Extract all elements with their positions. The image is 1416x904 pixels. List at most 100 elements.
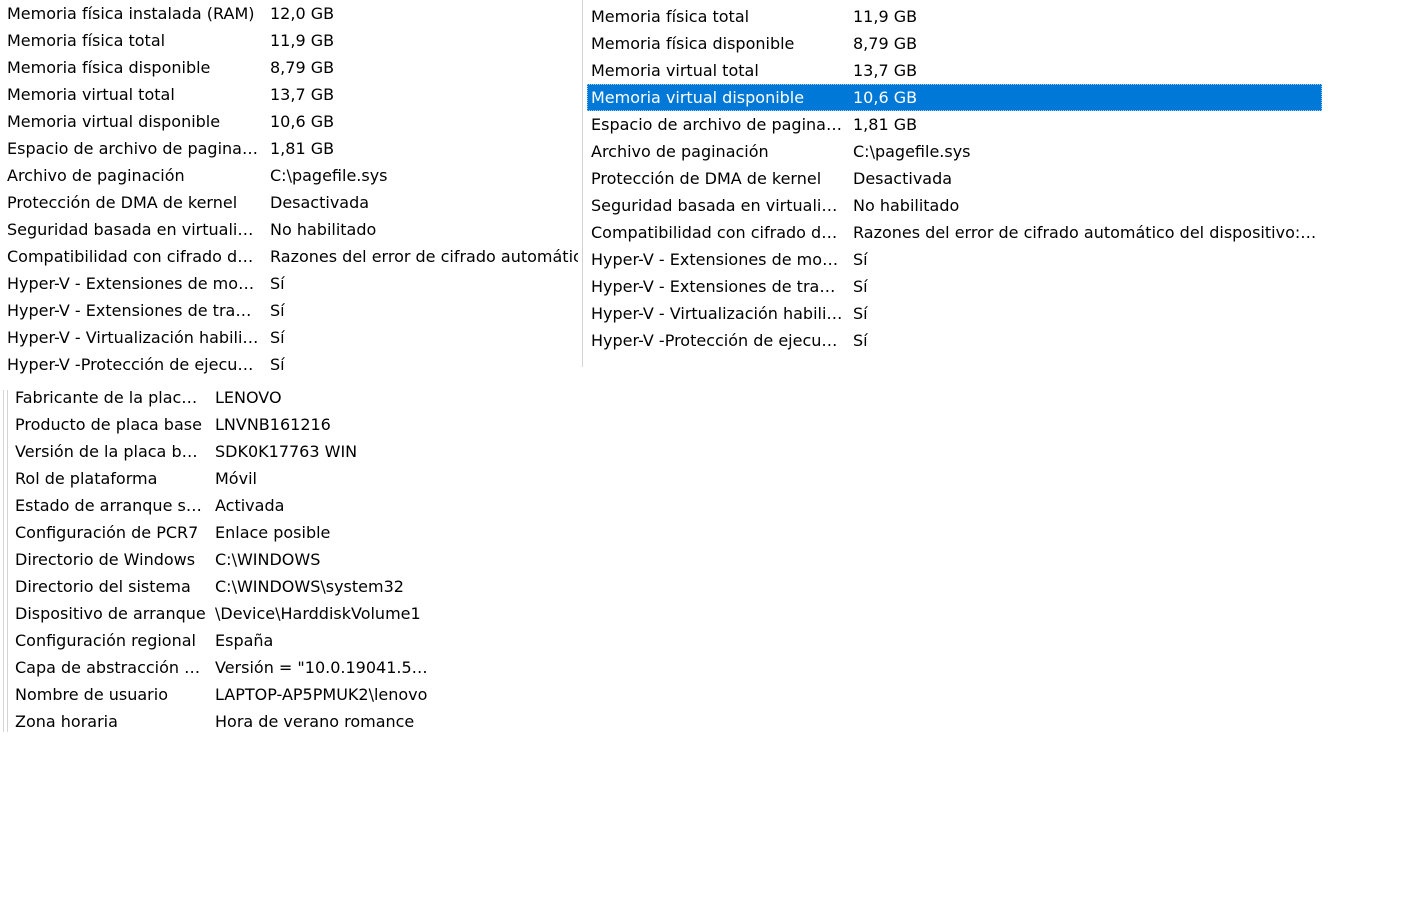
item-label: Hyper-V - Extensiones de traducción de d… [591, 277, 845, 296]
item-value: 13,7 GB [853, 61, 918, 80]
item-label: Configuración de PCR7 [15, 523, 199, 542]
item-value: Desactivada [853, 169, 953, 188]
list-item[interactable]: Seguridad basada en virtualización No hab… [587, 192, 1322, 219]
item-label: Configuración regional [15, 631, 196, 650]
list-item[interactable]: Dispositivo de arranque \Device\HarddiskV… [0, 600, 440, 627]
item-value: Sí [853, 250, 868, 269]
list-item[interactable]: Compatibilidad con cifrado de dispositiv… [0, 243, 580, 270]
item-value: C:\WINDOWS [215, 550, 321, 569]
list-item[interactable]: Directorio del sistema C:\WINDOWS\system3… [0, 573, 440, 600]
list-item[interactable]: Memoria física total 11,9 GB [587, 3, 1322, 30]
list-item[interactable]: Configuración de PCR7 Enlace posible [0, 519, 440, 546]
list-item[interactable]: Zona horaria Hora de verano romance [0, 708, 440, 735]
list-item[interactable]: Memoria virtual total 13,7 GB [0, 81, 580, 108]
item-value: Razones del error de cifrado automático … [270, 247, 578, 266]
item-label: Rol de plataforma [15, 469, 158, 488]
list-item[interactable]: Hyper-V - Extensiones de modo de monitor… [587, 246, 1322, 273]
list-item[interactable]: Directorio de Windows C:\WINDOWS [0, 546, 440, 573]
item-label: Protección de DMA de kernel [591, 169, 822, 188]
list-item[interactable]: Fabricante de la placa base LENOVO [0, 384, 440, 411]
list-item[interactable]: Hyper-V -Protección de ejecución de dato… [0, 351, 580, 378]
item-label: Hyper-V -Protección de ejecución de dato… [7, 355, 261, 374]
list-item[interactable]: Versión de la placa base SDK0K17763 WIN [0, 438, 440, 465]
item-value: 8,79 GB [270, 58, 335, 77]
system-summary-list-right: Memoria física total 11,9 GB Memoria físic… [587, 3, 1327, 363]
item-value: Sí [270, 355, 285, 374]
list-item[interactable]: Protección de DMA de kernel Desactivada [587, 165, 1322, 192]
list-item[interactable]: Archivo de paginación C:\pagefile.sys [0, 162, 580, 189]
list-item[interactable]: Memoria virtual disponible 10,6 GB [0, 108, 580, 135]
item-label: Memoria física total [7, 31, 166, 50]
item-label: Memoria virtual total [591, 61, 759, 80]
item-value: 1,81 GB [853, 115, 918, 134]
item-label: Capa de abstracción de hardware [15, 658, 207, 677]
item-label: Producto de placa base [15, 415, 202, 434]
list-item[interactable]: Compatibilidad con cifrado de dispositiv… [587, 219, 1322, 246]
item-label: Hyper-V - Extensiones de modo de monitor… [591, 250, 845, 269]
list-item[interactable]: Rol de plataforma Móvil [0, 465, 440, 492]
item-value: Hora de verano romance [215, 712, 415, 731]
item-label: Versión de la placa base [15, 442, 207, 461]
list-item[interactable]: Hyper-V -Protección de ejecución de dato… [587, 327, 1322, 354]
list-item[interactable]: Memoria física disponible 8,79 GB [0, 54, 580, 81]
item-value: 13,7 GB [270, 85, 335, 104]
item-label: Memoria física disponible [591, 34, 795, 53]
list-item[interactable]: Configuración regional España [0, 627, 440, 654]
item-label: Memoria física disponible [7, 58, 211, 77]
system-summary-list-left: Memoria física instalada (RAM) 12,0 GB Mem… [0, 0, 580, 380]
item-label: Compatibilidad con cifrado de dispositiv… [7, 247, 261, 266]
list-item[interactable]: Hyper-V - Extensiones de modo de monitor… [0, 270, 580, 297]
item-value: 10,6 GB [853, 88, 918, 107]
list-item[interactable]: Seguridad basada en virtualización No hab… [0, 216, 580, 243]
item-value: 11,9 GB [853, 7, 918, 26]
item-label: Seguridad basada en virtualización [591, 196, 845, 215]
item-label: Seguridad basada en virtualización [7, 220, 261, 239]
list-item[interactable]: Espacio de archivo de paginación 1,81 GB [0, 135, 580, 162]
item-label: Memoria física total [591, 7, 750, 26]
list-item[interactable]: Producto de placa base LNVNB161216 [0, 411, 440, 438]
list-item[interactable]: Hyper-V - Virtualización habilitada en e… [587, 300, 1322, 327]
list-item[interactable]: Estado de arranque seguro Activada [0, 492, 440, 519]
item-value: Desactivada [270, 193, 370, 212]
list-item[interactable]: Memoria virtual total 13,7 GB [587, 57, 1322, 84]
item-value: Activada [215, 496, 285, 515]
item-label: Nombre de usuario [15, 685, 168, 704]
panel-divider [582, 0, 583, 367]
list-item[interactable]: Memoria virtual disponible 10,6 GB [587, 84, 1322, 111]
item-label: Estado de arranque seguro [15, 496, 207, 515]
list-item[interactable]: Memoria física total 11,9 GB [0, 27, 580, 54]
item-value: No habilitado [270, 220, 377, 239]
item-value: España [215, 631, 274, 650]
list-item[interactable]: Hyper-V - Virtualización habilitada en e… [0, 324, 580, 351]
list-item[interactable]: Memoria física disponible 8,79 GB [587, 30, 1322, 57]
item-label: Memoria virtual disponible [591, 88, 805, 107]
item-label: Directorio de Windows [15, 550, 196, 569]
item-value: C:\pagefile.sys [853, 142, 971, 161]
item-label: Hyper-V - Extensiones de modo de monitor… [7, 274, 261, 293]
item-label: Zona horaria [15, 712, 118, 731]
list-item[interactable]: Capa de abstracción de hardware Versión =… [0, 654, 440, 681]
item-value: LNVNB161216 [215, 415, 331, 434]
item-value: Sí [270, 274, 285, 293]
list-item[interactable]: Hyper-V - Extensiones de traducción de d… [0, 297, 580, 324]
item-value: 10,6 GB [270, 112, 335, 131]
list-item[interactable]: Nombre de usuario LAPTOP-AP5PMUK2\lenovo [0, 681, 440, 708]
item-value: 1,81 GB [270, 139, 335, 158]
item-label: Archivo de paginación [591, 142, 769, 161]
list-item[interactable]: Hyper-V - Extensiones de traducción de d… [587, 273, 1322, 300]
list-item[interactable]: Archivo de paginación C:\pagefile.sys [587, 138, 1322, 165]
item-label: Directorio del sistema [15, 577, 191, 596]
list-item[interactable]: Protección de DMA de kernel Desactivada [0, 189, 580, 216]
item-value: LENOVO [215, 388, 282, 407]
list-item[interactable]: Espacio de archivo de paginación 1,81 GB [587, 111, 1322, 138]
list-item[interactable]: Memoria física instalada (RAM) 12,0 GB [0, 0, 580, 27]
item-label: Compatibilidad con cifrado de dispositiv… [591, 223, 845, 242]
item-label: Dispositivo de arranque [15, 604, 206, 623]
item-value: Sí [853, 304, 868, 323]
item-value: C:\pagefile.sys [270, 166, 388, 185]
item-label: Espacio de archivo de paginación [7, 139, 261, 158]
item-label: Hyper-V -Protección de ejecución de dato… [591, 331, 845, 350]
item-value: 8,79 GB [853, 34, 918, 53]
item-label: Memoria física instalada (RAM) [7, 4, 255, 23]
item-label: Hyper-V - Virtualización habilitada en e… [591, 304, 845, 323]
